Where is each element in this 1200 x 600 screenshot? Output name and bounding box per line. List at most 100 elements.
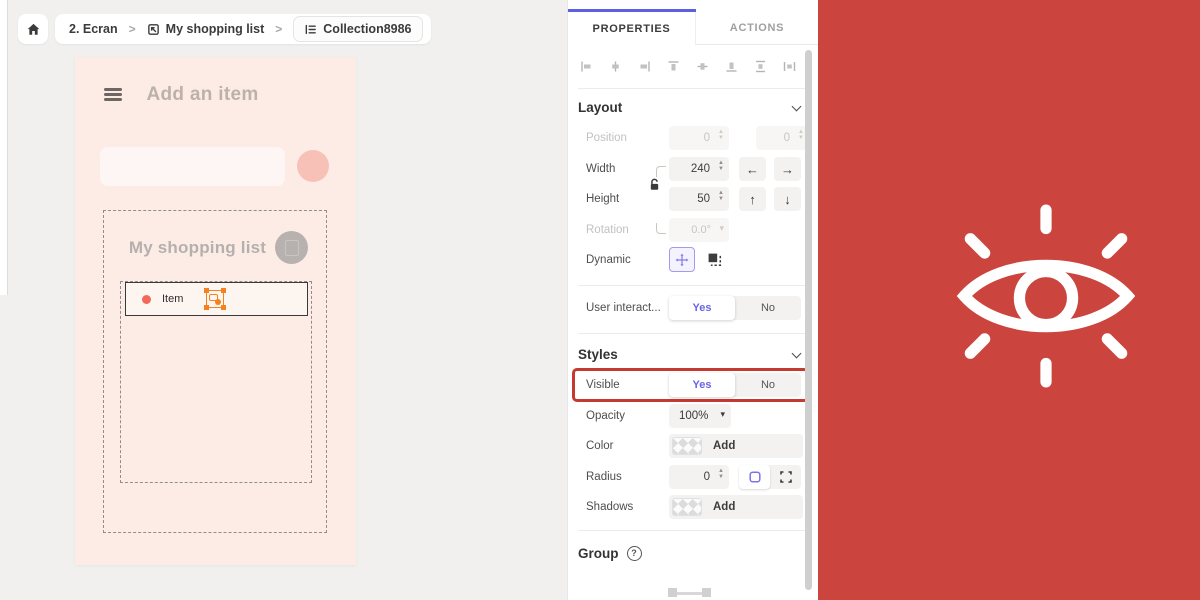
mockup-action-circle[interactable]	[275, 231, 308, 264]
slider-handle[interactable]	[702, 588, 711, 597]
mockup-input-field[interactable]	[100, 147, 285, 186]
caret-down-icon: ▾	[720, 409, 725, 420]
color-add-button[interactable]: Add	[669, 434, 803, 458]
selection-handle[interactable]	[204, 288, 209, 293]
nudge-up-button[interactable]: ↑	[739, 187, 766, 211]
position-label: Position	[586, 126, 627, 150]
breadcrumb-separator: >	[127, 22, 138, 36]
mockup-fab-circle[interactable]	[297, 150, 329, 182]
distribute-vertical-icon[interactable]	[754, 60, 767, 73]
eye-icon	[954, 204, 1138, 393]
toggle-no[interactable]: No	[735, 373, 801, 397]
user-interactions-row: User interact... Yes No	[568, 296, 818, 320]
align-center-horizontal-icon[interactable]	[609, 60, 622, 73]
toggle-yes[interactable]: Yes	[669, 373, 735, 397]
tab-actions[interactable]: ACTIONS	[696, 12, 818, 45]
selection-handle[interactable]	[204, 305, 209, 310]
arrow-left-icon: ←	[746, 162, 759, 177]
visible-toggle[interactable]: Yes No	[669, 373, 801, 397]
breadcrumb-separator: >	[273, 22, 284, 36]
arrow-down-icon: ↓	[784, 192, 791, 207]
transparent-swatch-icon	[672, 498, 702, 516]
shadows-label: Shadows	[586, 495, 633, 519]
dynamic-size-button[interactable]	[701, 247, 727, 272]
caret-down-icon: ▾	[719, 223, 724, 234]
breadcrumb-screen[interactable]: 2. Ecran	[69, 22, 118, 36]
arrow-right-icon: →	[781, 162, 794, 177]
align-left-icon[interactable]	[580, 60, 593, 73]
home-button[interactable]	[18, 14, 48, 44]
collection-list-icon	[304, 23, 317, 36]
selection-handle[interactable]	[221, 305, 226, 310]
arrow-up-icon: ↑	[749, 192, 756, 207]
home-icon	[26, 22, 41, 37]
tab-properties[interactable]: PROPERTIES	[568, 12, 696, 45]
height-input[interactable]: 50 ▲▼	[669, 187, 729, 211]
align-bottom-icon[interactable]	[725, 60, 738, 73]
resize-square-icon	[707, 252, 722, 267]
stepper-arrows-icon[interactable]: ▲▼	[798, 129, 804, 141]
image-icon-dot	[215, 299, 221, 305]
selection-handle[interactable]	[221, 288, 226, 293]
divider	[578, 333, 806, 334]
breadcrumb-collection[interactable]: Collection8986	[293, 16, 422, 42]
divider	[578, 530, 806, 531]
editor-canvas[interactable]: 2. Ecran > My shopping list >	[0, 0, 567, 600]
item-bullet-dot	[142, 295, 151, 304]
position-x-input[interactable]: 0 ▲▼	[669, 126, 729, 150]
stepper-arrows-icon[interactable]: ▲▼	[718, 190, 724, 202]
link-bracket-top	[656, 166, 666, 177]
toggle-yes[interactable]: Yes	[669, 296, 735, 320]
breadcrumb-component[interactable]: My shopping list	[147, 22, 265, 36]
stepper-arrows-icon[interactable]: ▲▼	[718, 129, 724, 141]
dynamic-position-button[interactable]	[669, 247, 695, 272]
user-interactions-toggle[interactable]: Yes No	[669, 296, 801, 320]
rotation-label: Rotation	[586, 218, 629, 242]
color-label: Color	[586, 434, 613, 458]
alignment-toolbar	[580, 54, 796, 78]
radius-uniform-button[interactable]	[739, 465, 770, 489]
transparent-swatch-icon	[672, 437, 702, 455]
color-row: Color Add	[568, 434, 818, 458]
mockup-item-row[interactable]: Item	[125, 282, 308, 316]
stepper-arrows-icon[interactable]: ▲▼	[718, 468, 724, 480]
slider-handle[interactable]	[668, 588, 677, 597]
shadows-add-button[interactable]: Add	[669, 495, 803, 519]
phone-mockup-screen[interactable]: Add an item My shopping list Item	[75, 57, 356, 565]
rotation-row: Rotation 0.0° ▾	[568, 218, 818, 242]
radius-per-corner-button[interactable]	[770, 465, 801, 489]
dynamic-row: Dynamic	[568, 248, 818, 272]
chevron-down-icon[interactable]	[792, 349, 802, 359]
help-icon[interactable]: ?	[627, 546, 642, 561]
toggle-no[interactable]: No	[735, 296, 801, 320]
align-top-icon[interactable]	[667, 60, 680, 73]
mockup-screen-title: Add an item	[75, 84, 330, 106]
user-interactions-label: User interact...	[586, 296, 661, 320]
component-select-icon	[147, 23, 160, 36]
nudge-down-button[interactable]: ↓	[774, 187, 801, 211]
opacity-label: Opacity	[586, 404, 625, 428]
opacity-select[interactable]: 100% ▾	[669, 404, 731, 428]
radius-input[interactable]: 0 ▲▼	[669, 465, 729, 489]
radius-label: Radius	[586, 465, 622, 489]
opacity-row: Opacity 100% ▾	[568, 404, 818, 428]
stepper-arrows-icon[interactable]: ▲▼	[718, 160, 724, 172]
nudge-right-button[interactable]: →	[774, 157, 801, 181]
position-y-input[interactable]: 0 ▲▼	[756, 126, 809, 150]
width-row: Width 240 ▲▼ ← →	[568, 157, 818, 181]
panel-tabbar: PROPERTIES ACTIONS	[568, 12, 818, 45]
width-input[interactable]: 240 ▲▼	[669, 157, 729, 181]
dynamic-label: Dynamic	[586, 248, 631, 272]
chevron-down-icon[interactable]	[792, 102, 802, 112]
distribute-horizontal-icon[interactable]	[783, 60, 796, 73]
layout-section-header: Layout	[578, 95, 622, 119]
divider	[578, 285, 806, 286]
properties-panel: PROPERTIES ACTIONS Layout	[567, 0, 818, 600]
visibility-overlay-panel	[818, 0, 1200, 600]
selected-image-component[interactable]	[206, 290, 224, 308]
panel-scrollbar[interactable]	[805, 50, 812, 590]
align-middle-vertical-icon[interactable]	[696, 60, 709, 73]
align-right-icon[interactable]	[638, 60, 651, 73]
nudge-left-button[interactable]: ←	[739, 157, 766, 181]
rotation-input[interactable]: 0.0° ▾	[669, 218, 729, 242]
